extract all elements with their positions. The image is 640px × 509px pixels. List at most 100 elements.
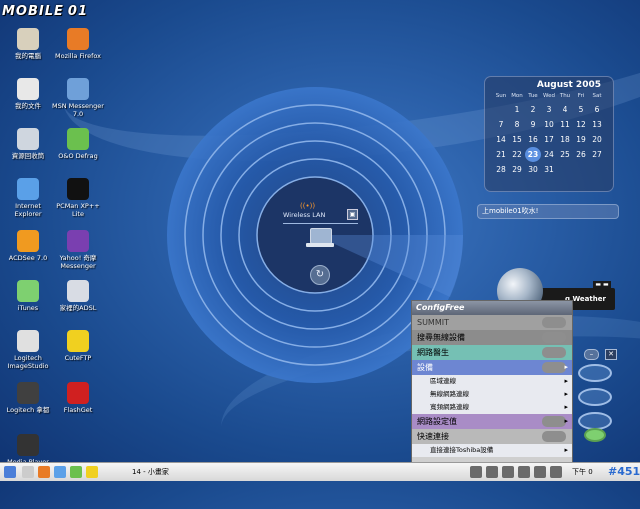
desktop-icon[interactable]: iTunes [2, 280, 54, 312]
calendar-weekday: Wed [543, 93, 555, 99]
ie-icon[interactable] [54, 466, 66, 478]
clock[interactable]: 下午 0 [572, 465, 593, 479]
desktop-icon[interactable]: 家裡的ADSL [52, 280, 104, 312]
calendar-day[interactable]: 7 [493, 117, 509, 132]
calendar-day[interactable]: 12 [573, 117, 589, 132]
calendar-widget: August 2005 Sun Mon Tue Wed Thu Fri Sat 123456… [484, 76, 614, 192]
start-icon[interactable] [4, 466, 16, 478]
configfree-menu-item[interactable]: 寬頻網路連線 ▸ [412, 401, 572, 414]
calendar-day[interactable]: 21 [493, 147, 509, 162]
desktop-icon-label: iTunes [17, 304, 39, 312]
configfree-menu-item[interactable]: SUMMIT [412, 315, 572, 330]
tray-icon[interactable] [502, 466, 514, 478]
msn-icon[interactable] [70, 466, 82, 478]
desktop-icon[interactable]: Yahoo! 奇摩 Messenger [52, 230, 104, 270]
calendar-day[interactable]: 25 [557, 147, 573, 162]
calendar-day[interactable]: 22 [509, 147, 525, 162]
people-icon[interactable] [584, 428, 606, 442]
desktop-icon[interactable]: ACDSee 7.0 [2, 230, 54, 262]
desktop-icon[interactable]: FlashGet [52, 382, 104, 414]
calendar-day[interactable]: 2 [525, 102, 541, 117]
calendar-day[interactable]: 13 [589, 117, 605, 132]
firefox-icon[interactable] [38, 466, 50, 478]
quicklaunch-icon[interactable] [22, 466, 34, 478]
configfree-menu-item[interactable]: 網路設定值 ▸ [412, 414, 572, 429]
network-icon [67, 280, 89, 302]
calendar-day[interactable]: 23 [525, 147, 541, 162]
configfree-menu-item[interactable]: 無線網路連線 ▸ [412, 388, 572, 401]
configfree-menu-item[interactable]: 直接連接Toshiba設備 ▸ [412, 444, 572, 457]
pcman-icon [67, 178, 89, 200]
desktop-icon[interactable]: CuteFTP [52, 330, 104, 362]
menu-item-label: 網路醫生 [417, 348, 449, 357]
message-bar[interactable]: 上mobile01吹水! [477, 204, 619, 219]
ie-icon [17, 178, 39, 200]
laptop-icon[interactable] [310, 228, 332, 244]
configfree-menu-item[interactable]: 快速連接 [412, 429, 572, 444]
calendar-day[interactable]: 14 [493, 132, 509, 147]
calendar-day[interactable]: 16 [525, 132, 541, 147]
desktop-icon[interactable]: O&O Defrag [52, 128, 104, 160]
tray-icon[interactable] [486, 466, 498, 478]
desktop-icon[interactable]: 資源回收筒 [2, 128, 54, 160]
minimize-button[interactable]: – [584, 349, 599, 360]
wireless-info-icon[interactable]: ▣ [347, 209, 358, 220]
calendar-day[interactable]: 15 [509, 132, 525, 147]
logo-suffix: 01 [67, 3, 88, 19]
tray-icon[interactable] [470, 466, 482, 478]
calendar-day[interactable]: 17 [541, 132, 557, 147]
desktop-icon[interactable]: Mozilla Firefox [52, 28, 104, 60]
desktop-icon[interactable]: Logitech 拿都 [2, 382, 54, 414]
ftp-icon[interactable] [86, 466, 98, 478]
logitech-icon [17, 330, 39, 352]
calendar-day[interactable]: 9 [525, 117, 541, 132]
close-button[interactable]: ✕ [605, 349, 617, 360]
calendar-weekday: Fri [577, 93, 585, 99]
calendar-day[interactable]: 26 [573, 147, 589, 162]
calendar-day[interactable]: 11 [557, 117, 573, 132]
tray-icon[interactable] [534, 466, 546, 478]
calendar-day[interactable]: 5 [573, 102, 589, 117]
desktop-icon[interactable]: MSN Messenger 7.0 [52, 78, 104, 118]
calendar-day[interactable]: 3 [541, 102, 557, 117]
desktop-icon[interactable]: PCMan XP++ Lite [52, 178, 104, 218]
taskbar-task[interactable]: 14 - 小畫家 [118, 465, 169, 479]
calendar-day [589, 162, 605, 177]
refresh-icon[interactable]: ↻ [310, 265, 330, 285]
desktop-icon[interactable]: Logitech ImageStudio [2, 330, 54, 370]
menu-item-label: 區域連線 [430, 377, 456, 385]
calendar-day[interactable]: 1 [509, 102, 525, 117]
desktop-icon-label: Internet Explorer [14, 202, 42, 218]
configfree-menu-item[interactable]: 區域連線 ▸ [412, 375, 572, 388]
calendar-day[interactable]: 19 [573, 132, 589, 147]
wireless-lan-label[interactable]: Wireless LAN [283, 211, 325, 219]
calendar-day[interactable]: 20 [589, 132, 605, 147]
tray-icon[interactable] [518, 466, 530, 478]
configfree-title: ConfigFree [412, 301, 572, 315]
calendar-day[interactable]: 27 [589, 147, 605, 162]
calendar-day[interactable]: 18 [557, 132, 573, 147]
disk-icon[interactable] [578, 364, 612, 382]
desktop-icon-label: ACDSee 7.0 [8, 254, 48, 262]
calendar-day[interactable]: 8 [509, 117, 525, 132]
desktop-icon[interactable]: 我的文件 [2, 78, 54, 110]
calendar-day[interactable]: 31 [541, 162, 557, 177]
calendar-day[interactable]: 30 [525, 162, 541, 177]
desktop-icon[interactable]: 我的電腦 [2, 28, 54, 60]
calendar-day[interactable]: 28 [493, 162, 509, 177]
disk-icon[interactable] [578, 388, 612, 406]
calendar-day[interactable]: 4 [557, 102, 573, 117]
calendar-day[interactable]: 6 [589, 102, 605, 117]
submenu-arrow-icon: ▸ [564, 363, 568, 371]
laptop-base [306, 243, 334, 247]
calendar-day[interactable]: 24 [541, 147, 557, 162]
configfree-menu-item[interactable]: 搜尋無線設備 [412, 330, 572, 345]
calendar-title: August 2005 [536, 80, 601, 90]
desktop-icon-label: Mozilla Firefox [55, 52, 101, 60]
tray-icon[interactable] [550, 466, 562, 478]
calendar-day[interactable]: 10 [541, 117, 557, 132]
configfree-menu-item[interactable]: 設備 ▸ [412, 360, 572, 375]
configfree-menu-item[interactable]: 網路醫生 [412, 345, 572, 360]
calendar-day[interactable]: 29 [509, 162, 525, 177]
desktop-icon[interactable]: Internet Explorer [2, 178, 54, 218]
